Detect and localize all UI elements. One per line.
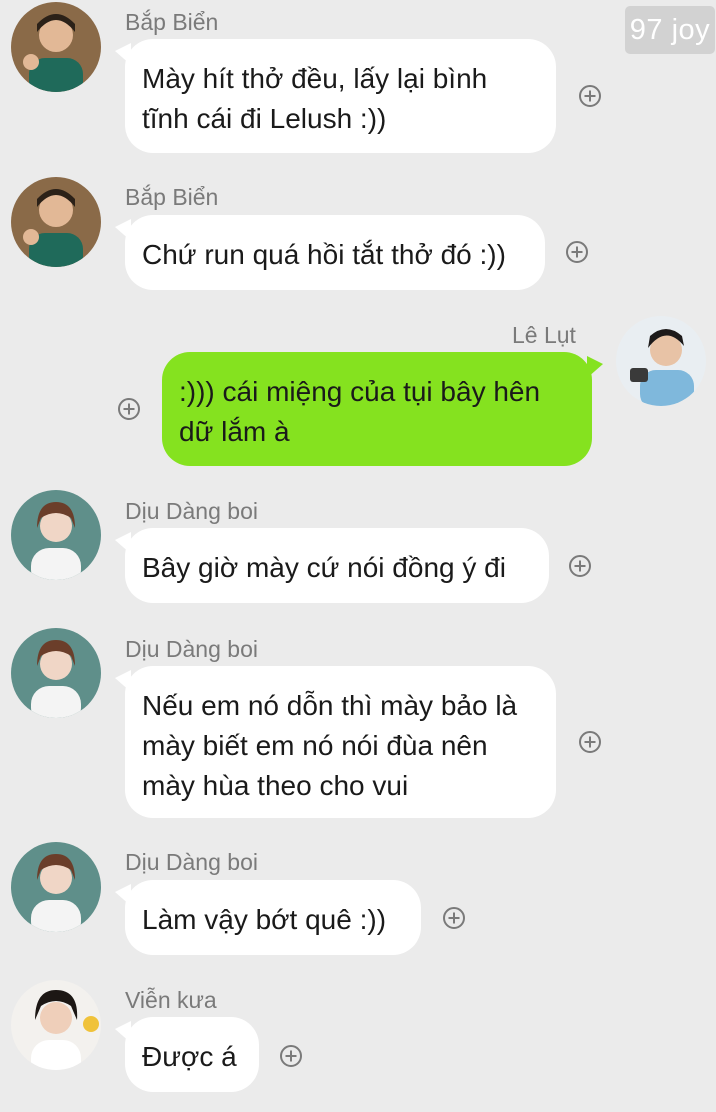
avatar-bap-bien[interactable] (11, 177, 101, 267)
message-bubble[interactable]: Mày hít thở đều, lấy lại bình tĩnh cái đ… (115, 39, 556, 153)
sender-name: Dịu Dàng boi (125, 849, 258, 875)
message-text: tĩnh cái đi Lelush :)) (142, 103, 387, 134)
add-circle-icon[interactable] (280, 1045, 302, 1067)
sender-name: Bắp Biển (125, 184, 219, 210)
message-text: Chứ run quá hồi tắt thở đó :)) (142, 239, 506, 270)
message-text: dữ lắm à (179, 416, 290, 447)
sender-name: Dịu Dàng boi (125, 636, 258, 662)
message-text: Bây giờ mày cứ nói đồng ý đi (142, 552, 506, 583)
message-bubble[interactable]: Làm vậy bớt quê :)) (115, 880, 421, 955)
avatar-bap-bien[interactable] (11, 2, 101, 92)
avatar-diu-dang-boi[interactable] (11, 490, 101, 580)
add-circle-icon[interactable] (579, 85, 601, 107)
sender-name: Dịu Dàng boi (125, 498, 258, 524)
message-text: Mày hít thở đều, lấy lại bình (142, 63, 488, 94)
message-text: Được á (142, 1041, 237, 1072)
add-circle-icon[interactable] (118, 398, 140, 420)
message-text: mày biết em nó nói đùa nên (142, 730, 488, 761)
message-bubble[interactable]: Được á (115, 1017, 259, 1092)
add-circle-icon[interactable] (579, 731, 601, 753)
avatar-diu-dang-boi[interactable] (11, 842, 101, 932)
sender-name: Bắp Biển (125, 9, 219, 35)
message-text: mày hùa theo cho vui (142, 770, 409, 801)
avatar-le-lut[interactable] (616, 316, 706, 406)
message-bubble[interactable]: :))) cái miệng của tụi bây hên dữ lắm à (162, 352, 603, 466)
avatar-diu-dang-boi[interactable] (11, 628, 101, 718)
message-text: :))) cái miệng của tụi bây hên (179, 376, 541, 407)
add-circle-icon[interactable] (566, 241, 588, 263)
watermark: 97 joy (625, 6, 715, 54)
sender-name: Viễn kưa (125, 987, 217, 1013)
message-text: Nếu em nó dỗn thì mày bảo là (142, 690, 518, 721)
message-text: Làm vậy bớt quê :)) (142, 904, 387, 935)
add-circle-icon[interactable] (443, 907, 465, 929)
sender-name: Lê Lụt (512, 322, 576, 348)
avatar-vien-kua[interactable] (11, 980, 101, 1070)
add-circle-icon[interactable] (569, 555, 591, 577)
message-bubble[interactable]: Nếu em nó dỗn thì mày bảo là mày biết em… (115, 666, 556, 818)
message-bubble[interactable]: Bây giờ mày cứ nói đồng ý đi (115, 528, 549, 603)
message-bubble[interactable]: Chứ run quá hồi tắt thở đó :)) (115, 215, 545, 290)
